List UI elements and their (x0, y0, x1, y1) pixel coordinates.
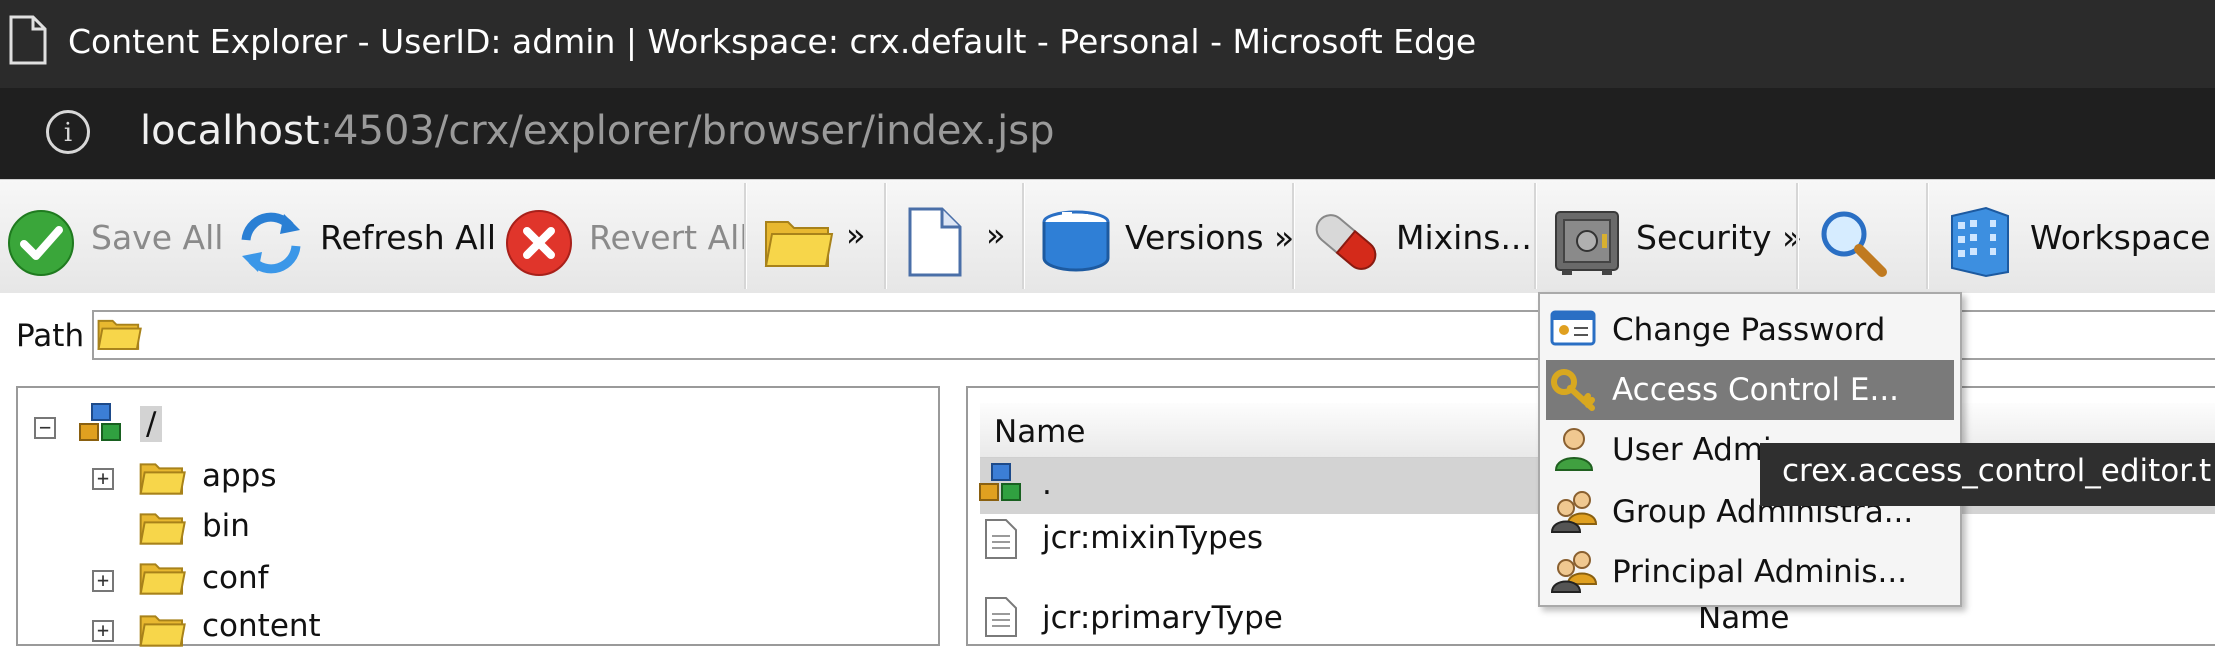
document-icon[interactable] (904, 206, 964, 278)
versions-button[interactable]: Versions » (1125, 218, 1294, 257)
toolbar-separator (1926, 183, 1929, 289)
security-button[interactable]: Security » (1636, 218, 1802, 257)
pill-icon (1308, 204, 1384, 280)
folder-icon (138, 456, 186, 498)
toolbar-separator (1022, 183, 1025, 289)
building-icon (1946, 206, 2014, 278)
folder-icon (138, 506, 186, 548)
user-icon (1552, 426, 1596, 472)
node-icon (978, 462, 1026, 508)
url-path: :4503/crx/explorer/browser/index.jsp (319, 108, 1055, 154)
node-menu-chevron[interactable]: » (986, 216, 1006, 254)
url-text[interactable]: localhost:4503/crx/explorer/browser/inde… (140, 108, 1054, 154)
refresh-icon (234, 206, 308, 280)
close-icon (504, 208, 574, 278)
menu-item-access-control-editor[interactable]: Access Control E... (1612, 372, 1899, 408)
folder-icon[interactable] (762, 210, 834, 272)
folder-icon (138, 608, 186, 650)
folder-menu-chevron[interactable]: » (846, 216, 866, 254)
mixins-button[interactable]: Mixins... (1396, 218, 1532, 257)
toolbar-separator (1292, 183, 1295, 289)
table-row-name[interactable]: jcr:primaryType (1042, 600, 1283, 636)
path-label: Path (16, 318, 85, 354)
expand-icon[interactable]: + (92, 468, 114, 490)
expand-icon[interactable]: + (92, 620, 114, 642)
group-icon (1550, 488, 1600, 534)
folder-icon (96, 312, 142, 354)
tooltip: crex.access_control_editor.t (1760, 443, 2215, 506)
toolbar-separator (744, 183, 747, 289)
info-icon[interactable]: i (46, 110, 90, 154)
refresh-all-button[interactable]: Refresh All (320, 218, 496, 257)
table-row-name: . (1042, 466, 1052, 502)
versions-icon (1040, 208, 1112, 274)
tree-item[interactable]: bin (202, 508, 250, 544)
repository-icon (78, 402, 126, 448)
property-icon (984, 518, 1018, 560)
page-icon (8, 14, 48, 66)
tree-item[interactable]: apps (202, 458, 277, 494)
check-icon (6, 208, 76, 278)
toolbar-separator (1796, 183, 1799, 289)
menu-item-change-password[interactable]: Change Password (1612, 312, 1885, 348)
key-icon (1550, 368, 1598, 412)
expand-icon[interactable]: + (92, 570, 114, 592)
url-host: localhost (140, 108, 320, 154)
collapse-icon[interactable]: − (34, 417, 56, 439)
grid-header-name[interactable]: Name (994, 414, 1085, 450)
property-icon (984, 596, 1018, 638)
folder-icon (138, 556, 186, 598)
tree-item[interactable]: content (202, 608, 321, 644)
table-row-name[interactable]: jcr:mixinTypes (1042, 520, 1263, 556)
principal-icon (1550, 548, 1600, 594)
menu-item-user-administration[interactable]: User Admi (1612, 432, 1772, 468)
revert-all-button[interactable]: Revert All (589, 218, 749, 257)
tree-item[interactable]: conf (202, 560, 269, 596)
id-card-icon (1550, 308, 1596, 348)
toolbar-separator (884, 183, 887, 289)
window-title: Content Explorer - UserID: admin | Works… (68, 22, 1477, 61)
workspace-button[interactable]: Workspace » (2030, 218, 2215, 257)
search-icon[interactable] (1816, 206, 1888, 278)
toolbar-separator (1534, 183, 1537, 289)
save-all-button[interactable]: Save All (91, 218, 223, 257)
tree-root-label[interactable]: / (140, 406, 163, 442)
menu-item-principal-administration[interactable]: Principal Adminis... (1612, 554, 1907, 590)
safe-icon (1552, 208, 1622, 276)
